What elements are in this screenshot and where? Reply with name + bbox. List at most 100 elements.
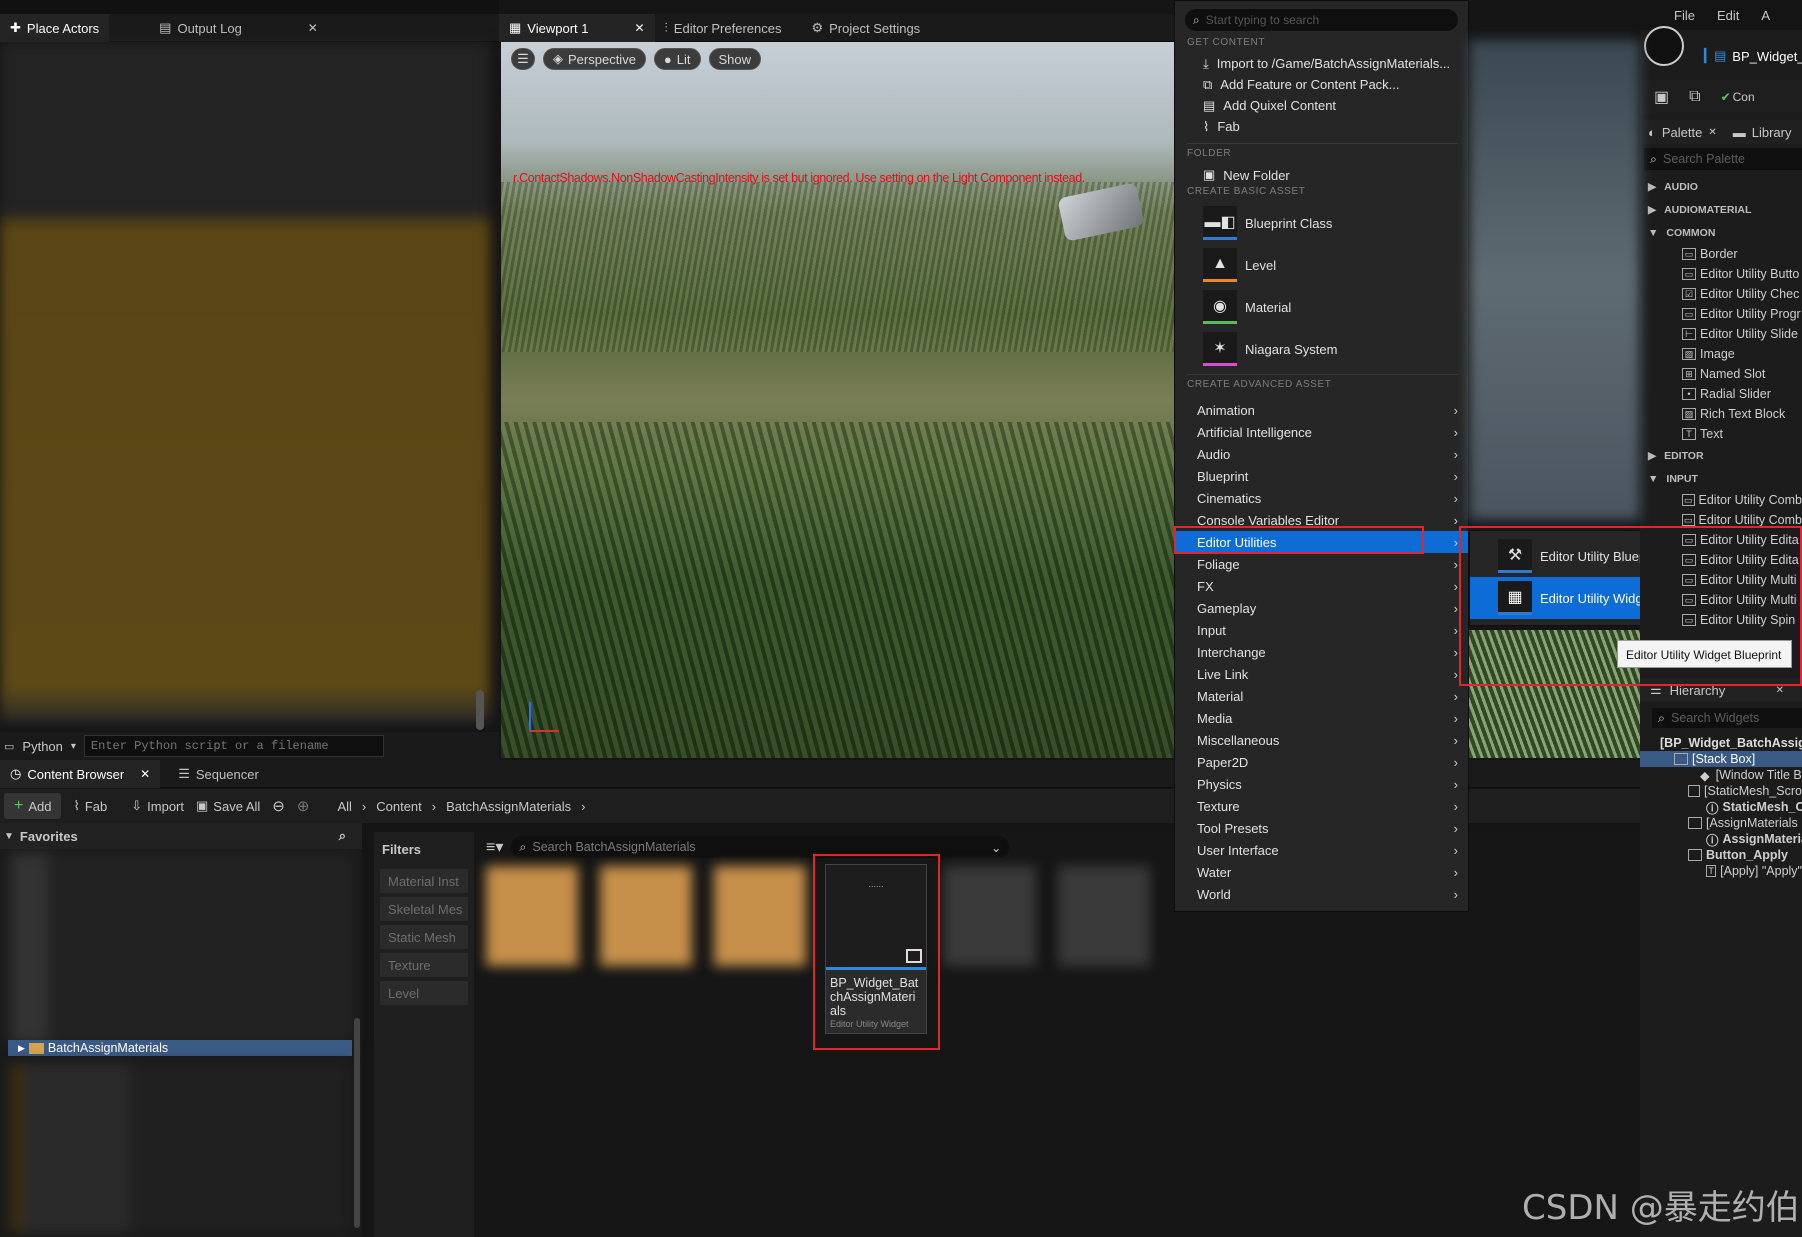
tree-apply-text[interactable]: T [Apply] "Apply" xyxy=(1640,863,1802,879)
filter-level[interactable]: Level xyxy=(380,981,468,1005)
tab-palette[interactable]: Palette xyxy=(1662,125,1702,140)
menu-item-material[interactable]: Material › xyxy=(1175,685,1468,707)
close-icon[interactable]: ✕ xyxy=(634,21,644,35)
palette-item-editor-utility-butto[interactable]: ▭ Editor Utility Butto xyxy=(1682,264,1802,284)
save-icon[interactable]: ▣ xyxy=(1654,87,1669,107)
tree-root[interactable]: [BP_Widget_BatchAssig xyxy=(1640,735,1802,751)
tree-window-title-bar[interactable]: ◆[Window Title Bar xyxy=(1640,767,1802,783)
palette-item-image[interactable]: ▨ Image xyxy=(1682,344,1802,364)
menu-item-level[interactable]: ▲ Level xyxy=(1175,244,1468,286)
menu-item-add-quixel[interactable]: ▤ Add Quixel Content xyxy=(1175,95,1468,116)
breadcrumb-content[interactable]: Content xyxy=(376,799,422,814)
tree-stack-box[interactable]: [Stack Box] xyxy=(1640,751,1802,767)
asset-tile[interactable] xyxy=(486,866,578,966)
tab-editor-preferences[interactable]: ⫶ Editor Preferences xyxy=(655,14,792,42)
menu-item-foliage[interactable]: Foliage › xyxy=(1175,553,1468,575)
tab-content-browser[interactable]: ◷ Content Browser ✕ xyxy=(0,760,161,788)
menu-item-interchange[interactable]: Interchange › xyxy=(1175,641,1468,663)
section-editor[interactable]: ▶ EDITOR xyxy=(1640,444,1802,467)
chevron-down-icon[interactable]: ▾ xyxy=(71,741,76,752)
breadcrumb-folder[interactable]: BatchAssignMaterials xyxy=(446,799,571,814)
browse-icon[interactable]: ⧉ xyxy=(1689,88,1700,106)
viewport-menu-button[interactable]: ☰ xyxy=(511,48,535,70)
perspective-button[interactable]: ◈ Perspective xyxy=(543,48,646,70)
menu-item-blueprint-class[interactable]: ▬◧ Blueprint Class xyxy=(1175,202,1468,244)
menu-asset[interactable]: A xyxy=(1761,8,1770,23)
fab-button[interactable]: ⌇ Fab xyxy=(73,798,107,814)
menu-item-media[interactable]: Media › xyxy=(1175,707,1468,729)
menu-item-world[interactable]: World › xyxy=(1175,883,1468,905)
sources-scrollbar[interactable] xyxy=(354,1018,360,1228)
section-audiomaterial[interactable]: ▶ AUDIOMATERIAL xyxy=(1640,198,1802,221)
menu-item-new-folder[interactable]: ▣ New Folder xyxy=(1175,164,1468,186)
tab-output-log[interactable]: ▤ Output Log ✕ xyxy=(149,14,328,42)
menu-item-blueprint[interactable]: Blueprint › xyxy=(1175,465,1468,487)
menu-item-physics[interactable]: Physics › xyxy=(1175,773,1468,795)
menu-item-import[interactable]: ⤓ Import to /Game/BatchAssignMaterials... xyxy=(1175,53,1468,74)
breadcrumb-all[interactable]: All xyxy=(337,799,351,814)
menu-item-paper2d[interactable]: Paper2D › xyxy=(1175,751,1468,773)
chevron-down-icon[interactable]: ⌄ xyxy=(991,840,1001,855)
search-icon[interactable]: ⌕ xyxy=(339,828,346,844)
asset-tab[interactable]: ▎▤ BP_Widget_ xyxy=(1704,48,1802,64)
tree-assignmaterials[interactable]: ⓘAssignMaterials xyxy=(1640,831,1802,847)
back-icon[interactable]: ⊖ xyxy=(272,797,285,815)
menu-item-miscellaneous[interactable]: Miscellaneous › xyxy=(1175,729,1468,751)
palette-item-text[interactable]: T Text xyxy=(1682,424,1802,444)
palette-item-editor-utility-comb[interactable]: ▭ Editor Utility Comb xyxy=(1682,490,1802,510)
palette-item-editor-utility-chec[interactable]: ☑ Editor Utility Chec xyxy=(1682,284,1802,304)
palette-item-editor-utility-slide[interactable]: ⊢ Editor Utility Slide xyxy=(1682,324,1802,344)
filter-texture[interactable]: Texture xyxy=(380,953,468,977)
tree-assignmaterials-scroll[interactable]: [AssignMaterials xyxy=(1640,815,1802,831)
menu-item-cinematics[interactable]: Cinematics › xyxy=(1175,487,1468,509)
menu-item-input[interactable]: Input › xyxy=(1175,619,1468,641)
menu-item-audio[interactable]: Audio › xyxy=(1175,443,1468,465)
palette-item-editor-utility-progr[interactable]: ▭ Editor Utility Progr xyxy=(1682,304,1802,324)
palette-item-rich-text-block[interactable]: ▨ Rich Text Block xyxy=(1682,404,1802,424)
compile-button[interactable]: ✔ Con xyxy=(1721,90,1755,104)
menu-item-artificial-intelligence[interactable]: Artificial Intelligence › xyxy=(1175,421,1468,443)
tab-project-settings[interactable]: ⚙ Project Settings xyxy=(801,14,930,42)
tab-library[interactable]: Library xyxy=(1752,125,1792,140)
tree-staticmesh-card[interactable]: ⓘStaticMesh_Car xyxy=(1640,799,1802,815)
close-icon[interactable]: ✕ xyxy=(1708,127,1716,138)
favorites-header[interactable]: ▼ Favorites ⌕ xyxy=(0,823,362,849)
asset-tile[interactable] xyxy=(944,866,1036,966)
tab-place-actors[interactable]: ✚ Place Actors xyxy=(0,14,110,42)
forward-icon[interactable]: ⊕ xyxy=(297,797,310,815)
menu-item-tool-presets[interactable]: Tool Presets › xyxy=(1175,817,1468,839)
menu-file[interactable]: File xyxy=(1674,8,1695,23)
palette-item-radial-slider[interactable]: • Radial Slider xyxy=(1682,384,1802,404)
tree-button-apply[interactable]: Button_Apply xyxy=(1640,847,1802,863)
menu-item-gameplay[interactable]: Gameplay › xyxy=(1175,597,1468,619)
close-icon[interactable]: ✕ xyxy=(140,767,150,781)
menu-item-water[interactable]: Water › xyxy=(1175,861,1468,883)
section-common[interactable]: ▼ COMMON xyxy=(1640,221,1802,244)
show-button[interactable]: Show xyxy=(708,48,762,70)
section-audio[interactable]: ▶ AUDIO xyxy=(1640,175,1802,198)
tab-viewport-1[interactable]: ▦ Viewport 1 ✕ xyxy=(499,14,655,42)
filter-static-mesh[interactable]: Static Mesh xyxy=(380,925,468,949)
section-input[interactable]: ▼ INPUT xyxy=(1640,467,1802,490)
hierarchy-search[interactable]: ⌕ Search Widgets xyxy=(1652,708,1802,728)
asset-tile[interactable] xyxy=(600,866,692,966)
menu-search-field[interactable]: ⌕ Start typing to search xyxy=(1185,9,1458,31)
filter-skeletal-mesh[interactable]: Skeletal Mes xyxy=(380,897,468,921)
python-dropdown[interactable]: Python xyxy=(22,739,62,754)
menu-edit[interactable]: Edit xyxy=(1717,8,1739,23)
palette-item-named-slot[interactable]: ⊞ Named Slot xyxy=(1682,364,1802,384)
menu-item-live-link[interactable]: Live Link › xyxy=(1175,663,1468,685)
menu-item-material[interactable]: ◉ Material xyxy=(1175,286,1468,328)
tab-sequencer[interactable]: ☰ Sequencer xyxy=(168,760,269,788)
log-scrollbar[interactable] xyxy=(476,690,484,730)
asset-tile[interactable] xyxy=(1058,866,1150,966)
close-icon[interactable]: ✕ xyxy=(308,21,318,35)
close-icon[interactable]: ✕ xyxy=(1776,685,1784,696)
menu-item-fx[interactable]: FX › xyxy=(1175,575,1468,597)
filter-material-instance[interactable]: Material Inst xyxy=(380,869,468,893)
asset-tile[interactable] xyxy=(714,866,806,966)
palette-search[interactable]: ⌕ Search Palette xyxy=(1644,148,1802,170)
menu-item-niagara-system[interactable]: ✶ Niagara System xyxy=(1175,328,1468,370)
tree-staticmesh-scroll[interactable]: [StaticMesh_Scro xyxy=(1640,783,1802,799)
level-viewport[interactable]: ☰ ◈ Perspective ● Lit Show r.ContactShadow… xyxy=(501,42,1176,758)
